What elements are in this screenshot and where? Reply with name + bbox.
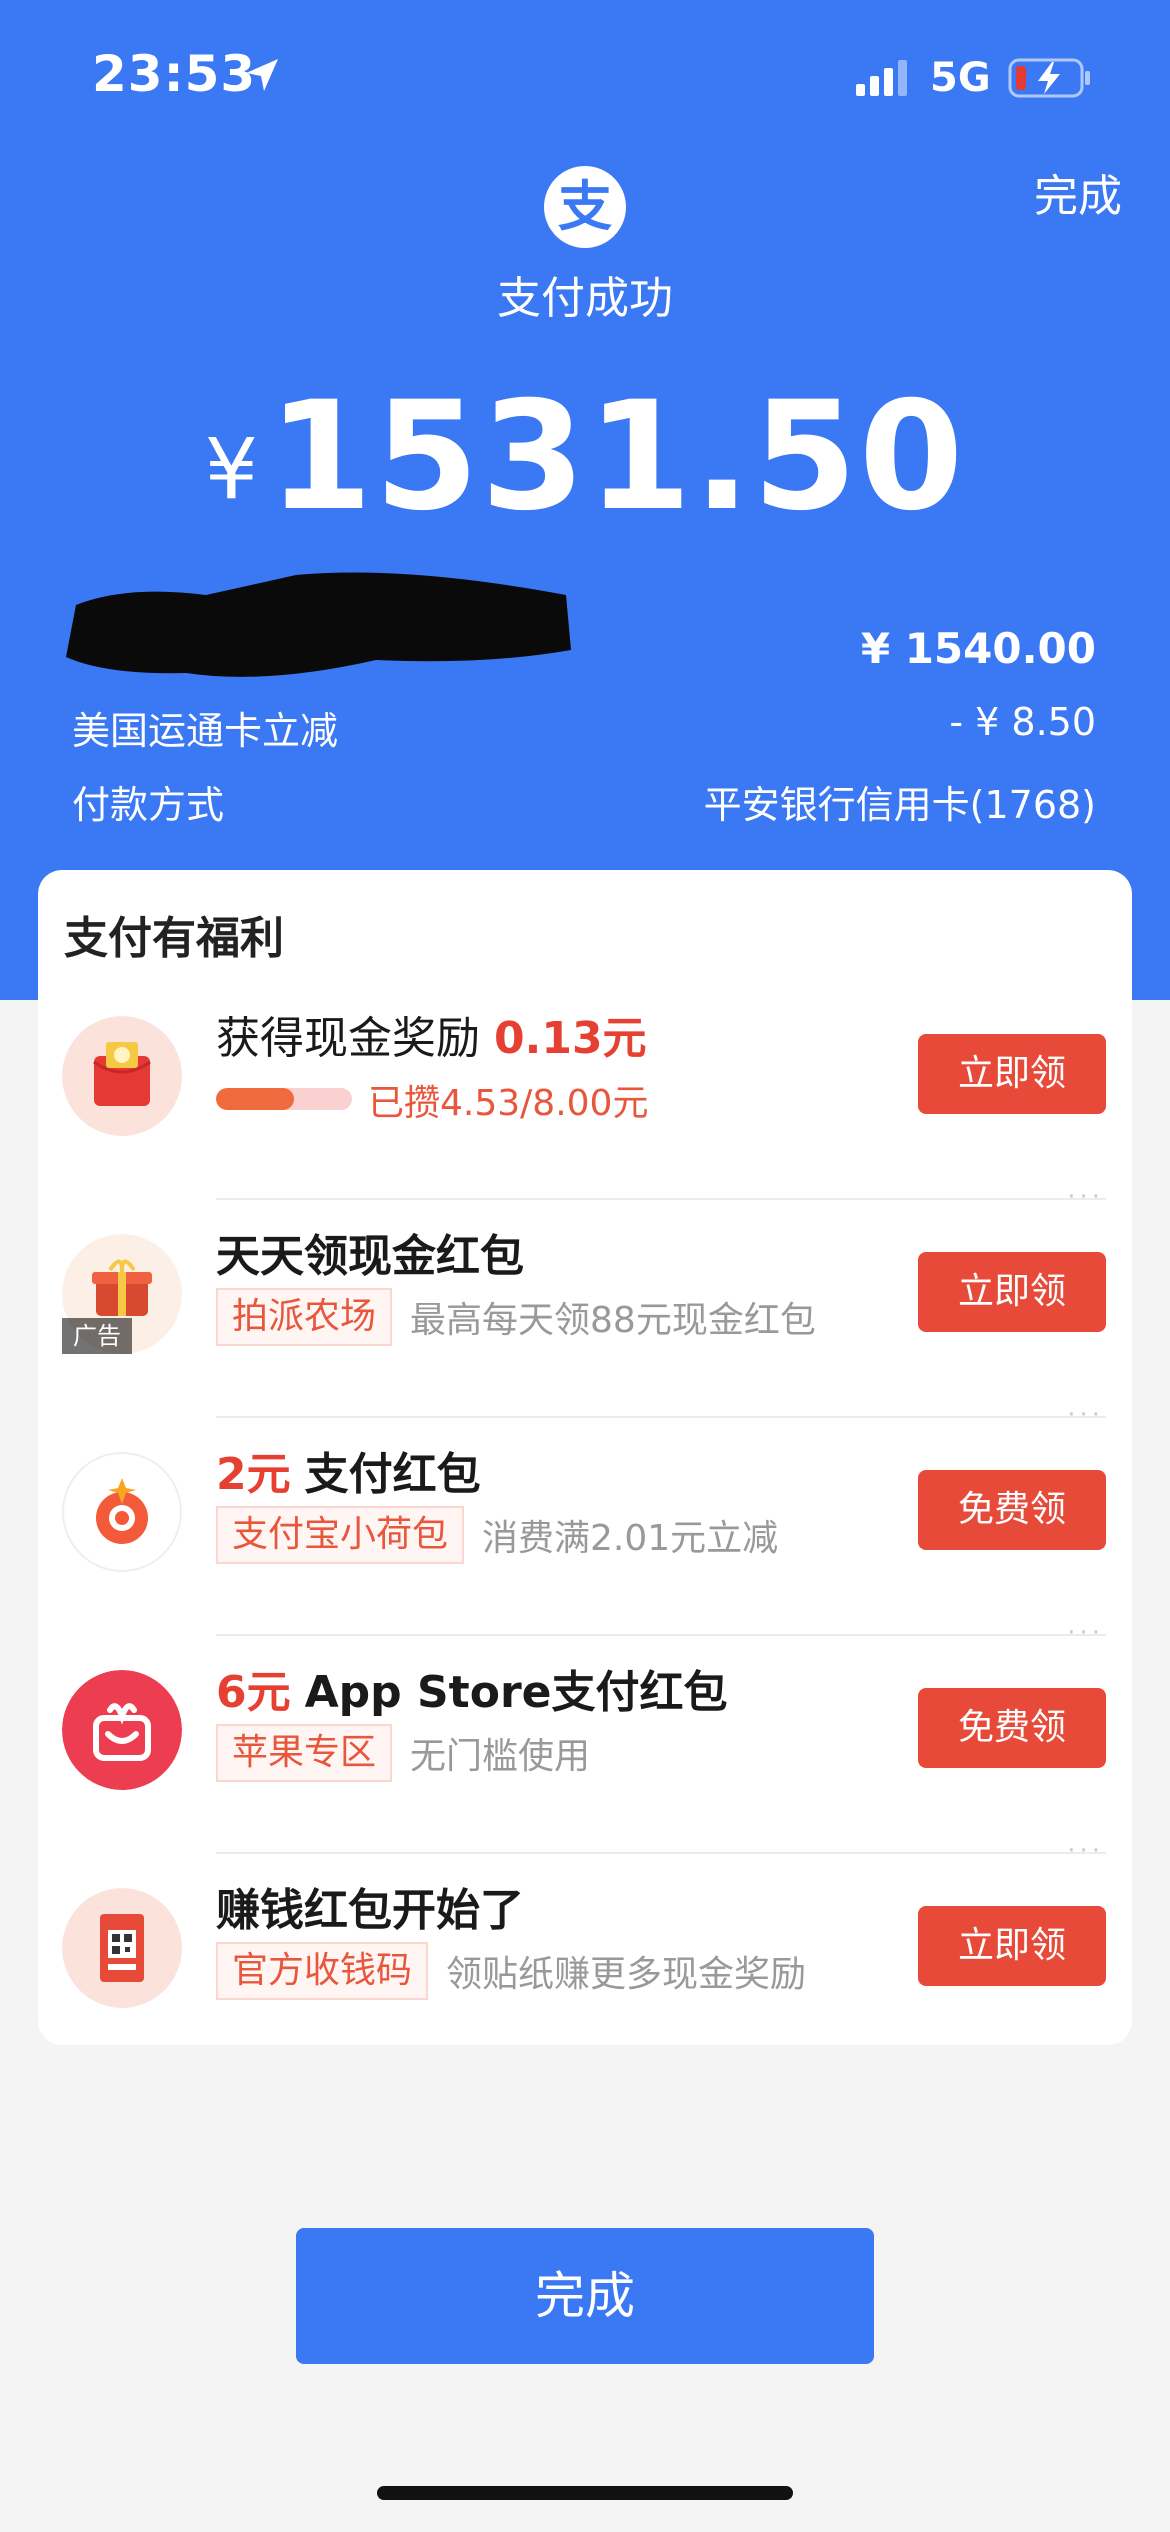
status-time: 23:53	[92, 45, 257, 103]
wallet-pouch-icon	[62, 1452, 182, 1572]
done-button[interactable]: 完成	[296, 2228, 874, 2364]
progress-fill	[216, 1088, 294, 1110]
cash-reward-progress-bar	[216, 1088, 352, 1110]
gift-box-icon	[62, 1670, 182, 1790]
daily-cash-title-text: 天天领现金红包	[216, 1231, 524, 1282]
pay-coupon-subtitle: 支付宝小荷包 消费满2.01元立减	[216, 1506, 778, 1564]
tag-label: 支付宝小荷包	[216, 1506, 465, 1564]
cellular-signal-icon	[856, 60, 912, 100]
cash-reward-title: 获得现金奖励 0.13元	[216, 1002, 647, 1066]
daily-cash-title: 天天领现金红包	[216, 1220, 524, 1284]
pay-coupon-title: 2元 支付红包	[216, 1438, 481, 1502]
currency-symbol: ¥	[204, 420, 259, 518]
payment-method-value: 平安银行信用卡(1768)	[703, 783, 1096, 827]
more-options-icon[interactable]: ···	[1067, 1618, 1104, 1648]
claim-button-pay-coupon[interactable]: 免费领	[918, 1470, 1106, 1550]
tag-label: 拍派农场	[216, 1288, 393, 1346]
more-options-icon[interactable]: ···	[1067, 1182, 1104, 1212]
qr-code-sticker-icon	[62, 1888, 182, 2008]
qr-sticker-title-text: 赚钱红包开始了	[216, 1885, 524, 1936]
amount-value: 1531.50	[268, 370, 966, 544]
description: 消费满2.01元立减	[482, 1518, 779, 1559]
ad-badge: 广告	[62, 1318, 132, 1354]
tag-label: 苹果专区	[216, 1724, 393, 1782]
coupon-title-text: App Store支付红包	[304, 1667, 728, 1718]
payment-method-label: 付款方式	[72, 783, 225, 827]
benefit-item-qr-sticker[interactable]: ··· 赚钱红包开始了 官方收钱码 领贴纸赚更多现金奖励 立即领	[38, 1836, 1132, 2072]
battery-icon	[1008, 56, 1092, 104]
more-options-icon[interactable]: ···	[1067, 1400, 1104, 1430]
description: 无门槛使用	[410, 1736, 591, 1777]
daily-cash-subtitle: 拍派农场 最高每天领88元现金红包	[216, 1288, 816, 1346]
red-envelope-icon	[62, 1016, 182, 1136]
claim-button-cash-reward[interactable]: 立即领	[918, 1034, 1106, 1114]
status-bar: 23:53 5G	[0, 0, 1170, 150]
coupon-title-text: 支付红包	[304, 1449, 481, 1500]
payment-success-title: 支付成功	[497, 273, 673, 324]
description: 领贴纸赚更多现金奖励	[446, 1954, 807, 1995]
claim-button-appstore-coupon[interactable]: 免费领	[918, 1688, 1106, 1768]
network-type: 5G	[930, 55, 991, 101]
home-indicator[interactable]	[377, 2486, 793, 2500]
discount-amount: - ¥ 8.50	[949, 700, 1096, 744]
appstore-coupon-title: 6元 App Store支付红包	[216, 1656, 727, 1720]
benefits-card: 支付有福利 获得现金奖励 0.13元 已攒4.53/8.00元 立即领 ···	[38, 870, 1132, 2045]
redacted-merchant-name	[66, 565, 571, 685]
qr-sticker-subtitle: 官方收钱码 领贴纸赚更多现金奖励	[216, 1942, 806, 2000]
qr-sticker-title: 赚钱红包开始了	[216, 1874, 524, 1938]
cash-reward-text: 获得现金奖励	[216, 1013, 480, 1064]
original-amount: ¥ 1540.00	[860, 624, 1096, 673]
benefit-item-appstore-coupon[interactable]: ··· 6元 App Store支付红包 苹果专区 无门槛使用 免费领	[38, 1618, 1132, 1854]
benefit-item-daily-cash[interactable]: ··· 广告 天天领现金红包 拍派农场 最高每天领88元现金红包 立即领	[38, 1182, 1132, 1418]
description: 最高每天领88元现金红包	[410, 1300, 816, 1341]
benefits-title: 支付有福利	[64, 913, 284, 964]
cash-reward-amount: 0.13元	[494, 1013, 647, 1064]
claim-button-qr-sticker[interactable]: 立即领	[918, 1906, 1106, 1986]
claim-button-daily-cash[interactable]: 立即领	[918, 1252, 1106, 1332]
benefit-item-pay-coupon[interactable]: ··· 2元 支付红包 支付宝小荷包 消费满2.01元立减 免费领	[38, 1400, 1132, 1636]
appstore-coupon-subtitle: 苹果专区 无门槛使用	[216, 1724, 590, 1782]
coupon-amount: 2元	[216, 1449, 291, 1500]
cash-reward-progress-text: 已攒4.53/8.00元	[368, 1083, 649, 1124]
tag-label: 官方收钱码	[216, 1942, 429, 2000]
discount-label: 美国运通卡立减	[72, 709, 339, 753]
payment-amount: ¥1531.50	[0, 370, 1170, 544]
alipay-logo-icon: 支	[544, 166, 626, 248]
more-options-icon[interactable]: ···	[1067, 1836, 1104, 1866]
done-link-top[interactable]: 完成	[1034, 160, 1122, 224]
coupon-amount: 6元	[216, 1667, 291, 1718]
benefit-item-cash-reward[interactable]: 获得现金奖励 0.13元 已攒4.53/8.00元 立即领	[38, 982, 1132, 1200]
location-arrow-icon	[242, 55, 282, 99]
